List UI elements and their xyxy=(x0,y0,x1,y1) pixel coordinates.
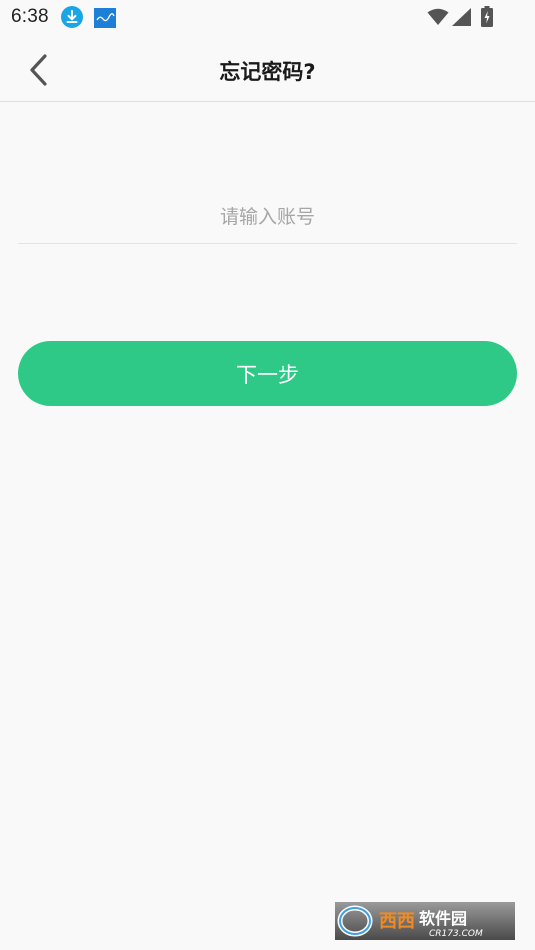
account-input[interactable] xyxy=(18,190,517,244)
download-icon xyxy=(61,6,83,28)
watermark-logo: 西西 软件园 CR173.COM xyxy=(335,902,515,940)
svg-text:西西: 西西 xyxy=(379,911,415,932)
svg-text:CR173.COM: CR173.COM xyxy=(429,929,483,939)
svg-text:软件园: 软件园 xyxy=(419,909,467,928)
header-bar: 忘记密码? xyxy=(0,36,535,102)
page-title: 忘记密码? xyxy=(219,60,316,84)
app-notification-icon xyxy=(94,8,116,28)
status-bar: 6:38 xyxy=(0,0,535,36)
next-step-label: 下一步 xyxy=(236,362,299,387)
wifi-icon xyxy=(427,8,449,25)
battery-charging-icon xyxy=(481,6,493,27)
cell-signal-icon xyxy=(452,8,471,26)
next-step-button[interactable]: 下一步 xyxy=(18,341,517,406)
status-time: 6:38 xyxy=(11,6,49,27)
